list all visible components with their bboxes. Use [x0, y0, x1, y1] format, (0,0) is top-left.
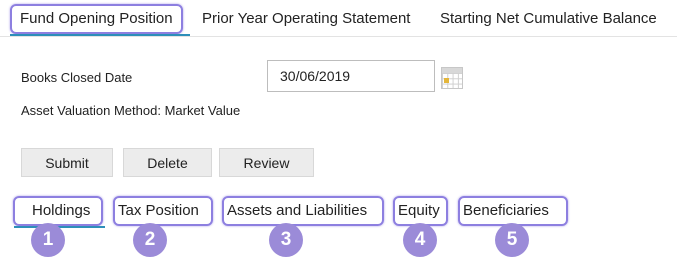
- tabs-divider: [0, 36, 677, 37]
- subtab-holdings[interactable]: Holdings: [13, 196, 103, 226]
- subtab-assets-and-liabilities[interactable]: Assets and Liabilities: [222, 196, 384, 226]
- books-closed-date-label: Books Closed Date: [21, 70, 133, 85]
- subtab-tax-position[interactable]: Tax Position: [113, 196, 213, 226]
- delete-button[interactable]: Delete: [123, 148, 212, 177]
- books-closed-date-input[interactable]: [267, 60, 435, 92]
- subtab-beneficiaries[interactable]: Beneficiaries: [458, 196, 568, 226]
- tab-fund-opening-position[interactable]: Fund Opening Position: [10, 4, 183, 34]
- tab-starting-net-cumulative-balance[interactable]: Starting Net Cumulative Balance: [440, 4, 657, 34]
- asset-valuation-method-text: Asset Valuation Method: Market Value: [21, 103, 241, 118]
- calendar-icon[interactable]: [441, 67, 463, 89]
- subtab-equity[interactable]: Equity: [393, 196, 448, 226]
- submit-button[interactable]: Submit: [21, 148, 113, 177]
- review-button[interactable]: Review: [219, 148, 314, 177]
- tab-prior-year-operating-statement[interactable]: Prior Year Operating Statement: [202, 4, 410, 34]
